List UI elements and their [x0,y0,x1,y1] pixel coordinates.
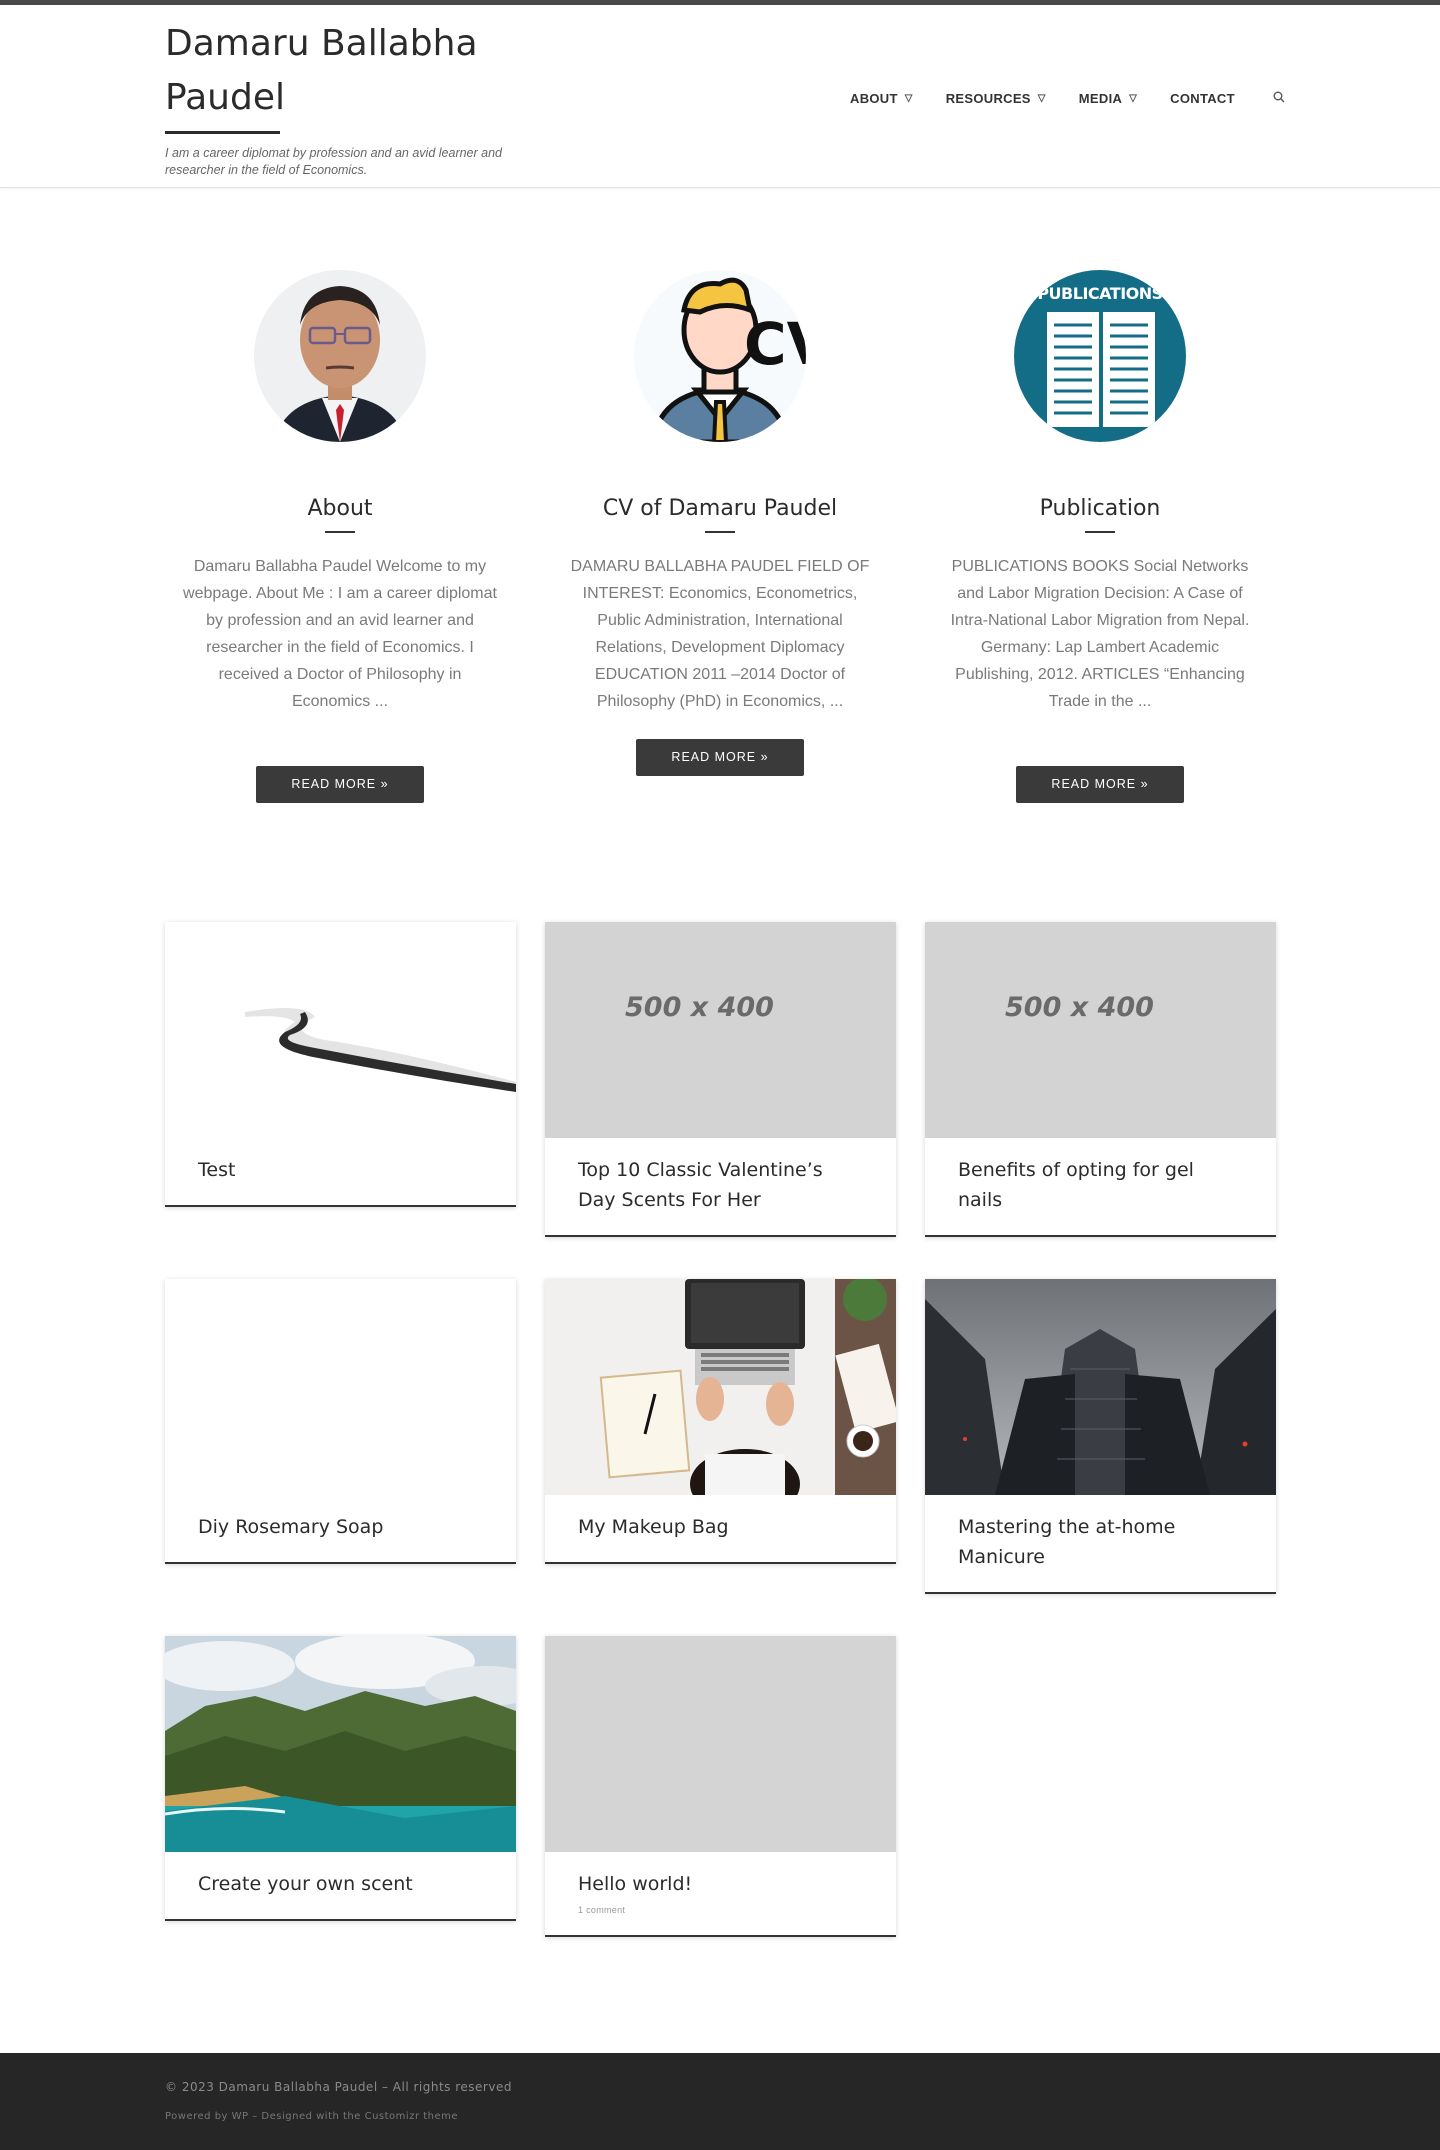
featured-excerpt: PUBLICATIONS BOOKS Social Networks and L… [950,558,1250,710]
nav-item-label: CONTACT [1170,91,1235,106]
chevron-down-icon: ▽ [904,93,913,104]
comment-count[interactable]: 1 comment [578,1905,863,1915]
post-card[interactable]: Diy Rosemary Soap [165,1279,516,1564]
post-card[interactable]: Create your own scent [165,1636,516,1921]
cv-label: CV [744,310,806,378]
post-title[interactable]: Hello world! [578,1869,863,1899]
site-footer: © 2023 Damaru Ballabha Paudel – All righ… [0,2053,1440,2150]
post-card[interactable]: 500 x 400 Top 10 Classic Valentine’s Day… [545,922,896,1237]
site-tagline: I am a career diplomat by profession and… [165,146,502,177]
post-thumbnail[interactable]: 500 x 400 [925,922,1276,1138]
placeholder-label: 500 x 400 [1005,992,1154,1023]
post-card[interactable]: My Makeup Bag [545,1279,896,1564]
nav-item-media[interactable]: MEDIA ▽ [1079,91,1137,106]
footer-copyright: © 2023 Damaru Ballabha Paudel – All righ… [165,2080,512,2094]
featured-page-publication: PUBLICATIONS Publication PUBLICATIONS BO… [925,270,1275,803]
post-thumbnail[interactable] [165,1279,516,1495]
post-card[interactable]: Mastering the at-home Manicure [925,1279,1276,1594]
placeholder-label: 500 x 400 [625,992,774,1023]
title-divider [705,531,735,533]
featured-title[interactable]: Publication [925,496,1275,521]
featured-page-cv: CV CV of Damaru Paudel DAMARU BALLABHA P… [545,270,895,776]
search-icon[interactable] [1273,91,1285,106]
post-thumbnail[interactable] [925,1279,1276,1495]
read-more-button[interactable]: READ MORE » [636,739,804,776]
nav-item-label: MEDIA [1078,91,1123,106]
featured-page-about: About Damaru Ballabha Paudel Welcome to … [165,270,515,803]
chevron-down-icon: ▽ [1129,93,1138,104]
post-title[interactable]: Benefits of opting for gel nails [958,1155,1243,1215]
title-divider [1085,531,1115,533]
post-title[interactable]: Create your own scent [198,1869,483,1899]
featured-excerpt: DAMARU BALLABHA PAUDEL FIELD OF INTEREST… [570,558,870,710]
footer-credit: Powered by WP – Designed with the Custom… [165,2111,459,2122]
title-divider [325,531,355,533]
post-card[interactable]: Test [165,922,516,1207]
featured-title[interactable]: CV of Damaru Paudel [545,496,895,521]
publications-icon[interactable]: PUBLICATIONS [1014,270,1186,442]
nav-item-contact[interactable]: CONTACT [1170,91,1235,106]
post-thumbnail[interactable] [165,1636,516,1852]
nav-item-label: RESOURCES [945,91,1031,106]
read-more-button[interactable]: READ MORE » [1016,766,1184,803]
post-card[interactable]: Hello world! 1 comment [545,1636,896,1937]
nav-item-resources[interactable]: RESOURCES ▽ [946,91,1046,106]
chevron-down-icon: ▽ [1037,93,1046,104]
post-title[interactable]: Diy Rosemary Soap [198,1512,483,1542]
post-card[interactable]: 500 x 400 Benefits of opting for gel nai… [925,922,1276,1237]
main-nav: ABOUT ▽ RESOURCES ▽ MEDIA ▽ CONTACT [850,91,1285,106]
title-underline [165,131,280,134]
site-title[interactable]: Damaru Ballabha Paudel [165,17,495,125]
read-more-button[interactable]: READ MORE » [256,766,424,803]
site-header: Damaru Ballabha Paudel I am a career dip… [0,5,1440,188]
brand: Damaru Ballabha Paudel I am a career dip… [165,17,545,179]
featured-excerpt: Damaru Ballabha Paudel Welcome to my web… [183,558,497,710]
post-title[interactable]: Mastering the at-home Manicure [958,1512,1243,1572]
portrait-image[interactable] [254,270,426,442]
post-thumbnail[interactable] [165,922,516,1138]
nav-item-about[interactable]: ABOUT ▽ [850,91,913,106]
post-thumbnail[interactable]: 500 x 400 [545,922,896,1138]
cv-icon[interactable]: CV [634,270,806,442]
post-title[interactable]: Top 10 Classic Valentine’s Day Scents Fo… [578,1155,863,1215]
nav-item-label: ABOUT [850,91,898,106]
featured-title[interactable]: About [165,496,515,521]
post-thumbnail[interactable] [545,1279,896,1495]
post-thumbnail[interactable] [545,1636,896,1852]
post-title[interactable]: My Makeup Bag [578,1512,863,1542]
post-title[interactable]: Test [198,1155,483,1185]
